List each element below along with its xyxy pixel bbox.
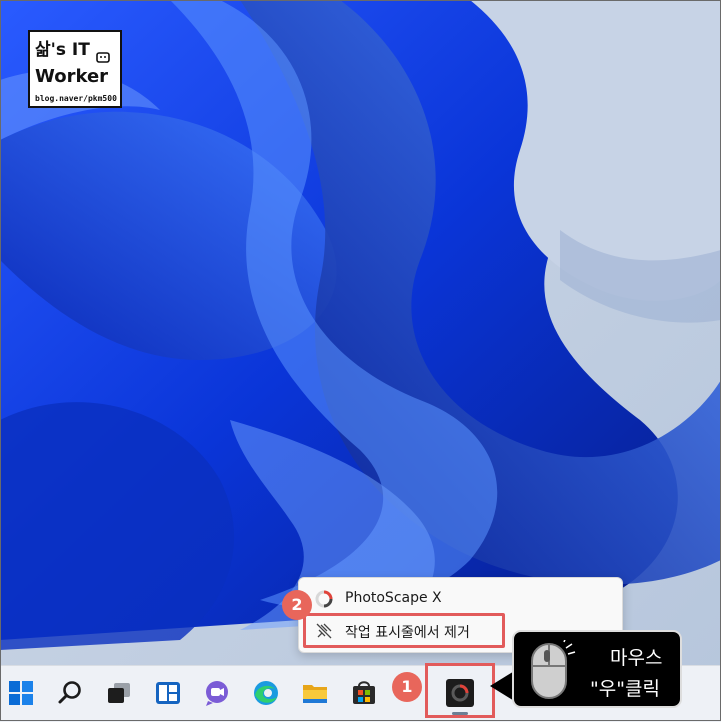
right-click-callout: 마우스 "우"클릭 <box>512 630 682 708</box>
edge-icon[interactable] <box>251 678 281 708</box>
blog-watermark-logo: 삶's IT Worker blog.naver/pkm500 <box>28 30 122 108</box>
callout-line2: "우"클릭 <box>590 678 660 700</box>
watermark-title: 삶's IT <box>35 40 90 60</box>
menu-item-label: PhotoScape X <box>345 590 442 606</box>
widgets-icon[interactable] <box>153 678 183 708</box>
photoscape-icon <box>315 590 333 608</box>
callout-line1: 마우스 <box>610 647 663 669</box>
store-icon[interactable] <box>349 678 379 708</box>
watermark-subtitle: Worker <box>35 66 109 87</box>
watermark-url: blog.naver/pkm500 <box>35 94 117 103</box>
highlight-unpin-menu-item <box>303 613 505 648</box>
step-badge-2: 2 <box>282 590 312 620</box>
task-view-icon[interactable] <box>104 678 134 708</box>
running-app-indicator <box>452 712 468 715</box>
start-icon[interactable] <box>6 678 36 708</box>
file-explorer-icon[interactable] <box>300 678 330 708</box>
worker-face-icon <box>96 52 110 63</box>
step-badge-1: 1 <box>392 672 422 702</box>
menu-item-photoscape[interactable]: PhotoScape X <box>299 584 622 614</box>
chat-icon[interactable] <box>202 678 232 708</box>
search-icon[interactable] <box>55 678 85 708</box>
highlight-photoscape-taskbar-button <box>425 663 495 718</box>
mouse-right-click-icon <box>531 640 576 699</box>
